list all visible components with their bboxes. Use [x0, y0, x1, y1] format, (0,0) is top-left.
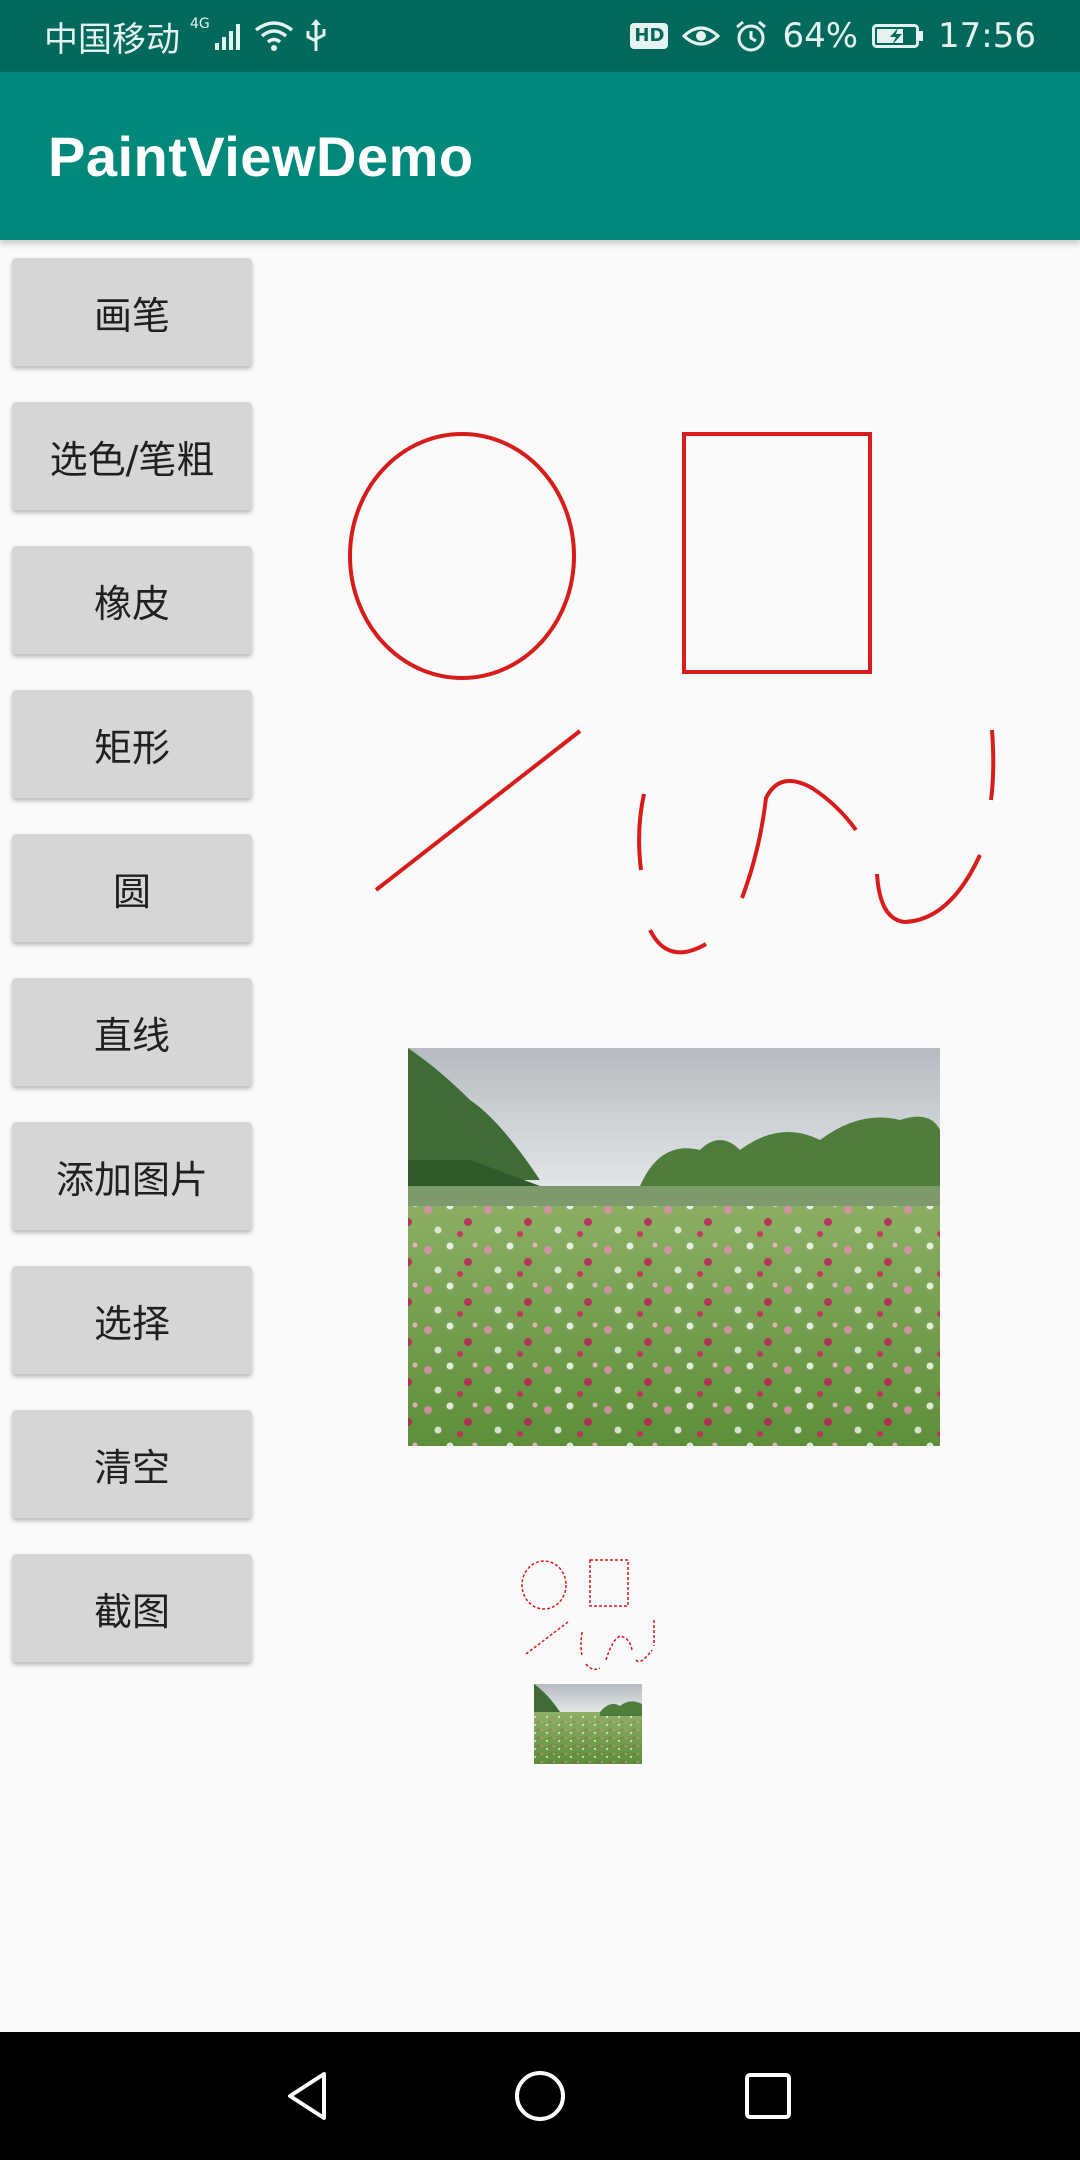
select-button[interactable]: 选择: [12, 1266, 252, 1374]
eraser-button[interactable]: 橡皮: [12, 546, 252, 654]
drawn-line: [374, 729, 582, 892]
rectangle-button[interactable]: 矩形: [12, 690, 252, 798]
circle-button[interactable]: 圆: [12, 834, 252, 942]
carrier-label: 中国移动: [44, 19, 180, 60]
added-image: [408, 1048, 940, 1446]
network-type: 4G: [190, 16, 210, 32]
add-image-button[interactable]: 添加图片: [12, 1122, 252, 1230]
clear-button[interactable]: 清空: [12, 1410, 252, 1518]
alarm-icon: [734, 19, 768, 53]
back-triangle-icon[interactable]: [276, 2064, 340, 2128]
hd-badge: HD: [630, 23, 669, 49]
status-right: HD 64% 17:56: [630, 14, 1036, 58]
color-width-button[interactable]: 选色/笔粗: [12, 402, 252, 510]
brush-button[interactable]: 画笔: [12, 258, 252, 366]
wifi-icon: [254, 20, 294, 52]
navigation-bar: [0, 2032, 1080, 2160]
app-bar: PaintViewDemo: [0, 72, 1080, 240]
drawn-rectangle: [682, 432, 872, 674]
drawn-freehand-stroke-5: [989, 729, 996, 801]
battery-percent: 64%: [782, 16, 859, 56]
recents-square-icon[interactable]: [736, 2064, 800, 2128]
drawn-circle: [348, 432, 576, 680]
drawn-freehand-stroke-1: [637, 793, 646, 871]
battery-charging-icon: [872, 22, 924, 50]
screenshot-button[interactable]: 截图: [12, 1554, 252, 1662]
tool-button-list: 画笔 选色/笔粗 橡皮 矩形 圆 直线 添加图片 选择 清空 截图: [12, 258, 252, 1698]
drawn-freehand-stroke-4: [875, 854, 982, 925]
line-button[interactable]: 直线: [12, 978, 252, 1086]
home-circle-icon[interactable]: [508, 2064, 572, 2128]
eye-icon: [682, 22, 721, 50]
signal-icon: [214, 21, 244, 51]
status-left: 中国移动 4G: [44, 14, 328, 60]
usb-icon: [304, 19, 328, 53]
screenshot-preview: [521, 1559, 655, 1764]
status-bar: 中国移动 4G HD 64% 17:56: [0, 0, 1080, 72]
drawn-freehand-stroke-3: [740, 778, 858, 899]
clock-time: 17:56: [938, 16, 1036, 56]
app-title: PaintViewDemo: [48, 125, 474, 188]
drawn-freehand-stroke-2: [648, 929, 708, 955]
